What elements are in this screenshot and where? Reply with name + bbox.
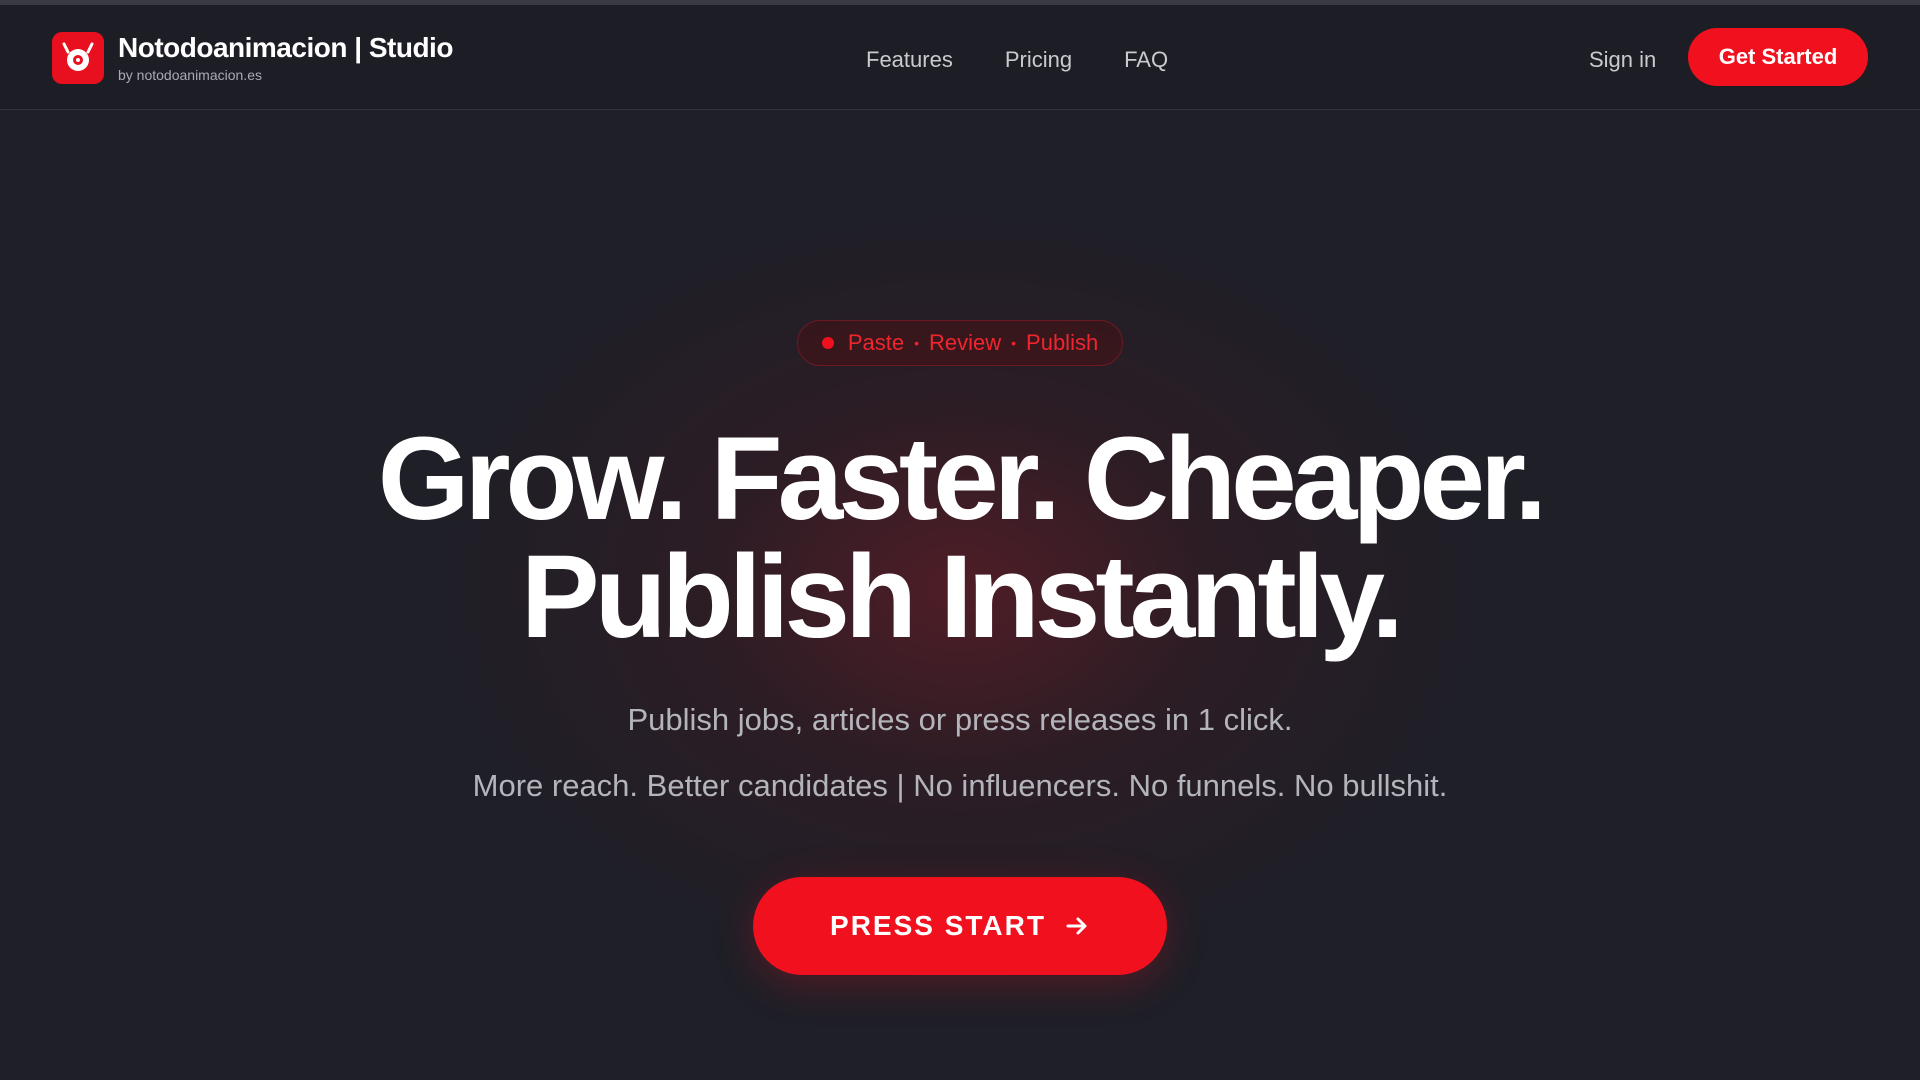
hero-subtitle: Publish jobs, articles or press releases…: [627, 702, 1293, 737]
steps-badge: Paste • Review • Publish: [797, 320, 1123, 366]
brand-link[interactable]: Notodoanimacion | Studio by notodoanimac…: [52, 31, 453, 85]
nav-pricing[interactable]: Pricing: [1005, 45, 1072, 75]
sign-in-link[interactable]: Sign in: [1589, 45, 1656, 75]
headline-line-1: Grow. Faster. Cheaper.: [377, 413, 1547, 545]
headline-line-2: Publish Instantly.: [520, 531, 1404, 663]
nav-features[interactable]: Features: [866, 45, 953, 75]
hero-tagline: More reach. Better candidates | No influ…: [472, 768, 1448, 803]
main-nav: Features Pricing FAQ: [866, 45, 1168, 75]
press-start-label: PRESS START: [830, 910, 1046, 941]
press-start-button[interactable]: PRESS START: [753, 877, 1167, 975]
eye-logo-icon: [52, 32, 104, 84]
nav-faq[interactable]: FAQ: [1124, 45, 1168, 75]
step-review: Review: [928, 330, 1002, 355]
step-publish: Publish: [1026, 330, 1099, 355]
get-started-button[interactable]: Get Started: [1688, 28, 1868, 86]
site-header: Notodoanimacion | Studio by notodoanimac…: [0, 5, 1920, 110]
arrow-right-icon: [1064, 913, 1090, 939]
step-separator: •: [914, 335, 919, 351]
hero-headline: Grow. Faster. Cheaper. Publish Instantly…: [0, 420, 1920, 656]
brand-text: Notodoanimacion | Studio by notodoanimac…: [118, 32, 453, 84]
step-paste: Paste: [847, 330, 905, 355]
status-dot-icon: [821, 337, 834, 349]
brand-subtitle: by notodoanimacion.es: [118, 67, 262, 83]
step-separator: •: [1011, 335, 1017, 351]
brand-name: Notodoanimacion | Studio: [118, 32, 453, 63]
